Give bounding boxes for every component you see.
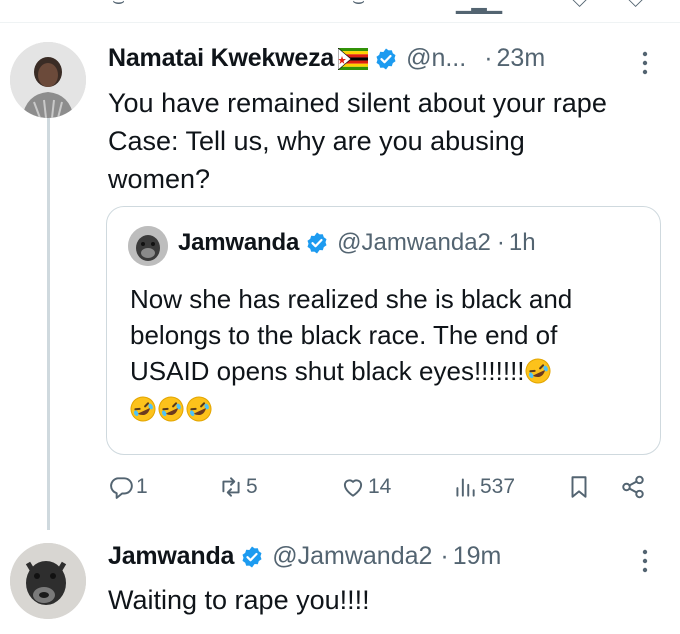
previous-bookmark-icon: ⌵ — [572, 0, 588, 12]
avatar[interactable] — [10, 42, 86, 118]
tweet-action-bar: 1 5 14 537 — [0, 474, 680, 508]
handle[interactable]: @n... — [406, 44, 466, 73]
views-button[interactable]: 537 — [452, 474, 515, 500]
quoted-tweet-text: Now she has realized she is black and be… — [130, 281, 650, 427]
rofl-emoji — [525, 358, 551, 384]
reply-button[interactable]: 1 — [108, 474, 148, 500]
thread-connector-line — [47, 118, 50, 530]
avatar-photo-namatai — [10, 42, 86, 118]
avatar-photo-jamwanda — [128, 226, 168, 266]
share-button[interactable] — [620, 474, 648, 500]
repost-icon — [222, 477, 240, 497]
bookmark-button[interactable] — [566, 474, 594, 500]
display-name[interactable]: Namatai Kwekweza — [108, 44, 334, 73]
tweet-header: Namatai Kwekweza @n... · 23m — [108, 44, 545, 73]
previous-tweet-action-bar: ⌣ ⌣ ▁▂▁ ⌵ ⌵ — [0, 0, 680, 20]
timestamp[interactable]: 23m — [497, 44, 546, 73]
quoted-timestamp[interactable]: 1h — [509, 229, 536, 257]
previous-like-icon: ⌣ — [352, 0, 366, 12]
rofl-emoji — [186, 396, 212, 422]
display-name[interactable]: Jamwanda — [108, 542, 234, 571]
bookmark-icon — [571, 476, 587, 498]
quoted-avatar[interactable] — [128, 226, 168, 266]
timestamp[interactable]: 19m — [453, 542, 502, 571]
more-icon[interactable] — [641, 50, 649, 76]
quoted-handle[interactable]: @Jamwanda2 — [337, 229, 491, 257]
previous-share-icon: ⌵ — [628, 0, 644, 12]
separator-dot: · — [440, 542, 449, 570]
repost-count: 5 — [246, 475, 258, 498]
tweet-text-line: Case: Tell us, why are you abusing — [108, 126, 525, 156]
reply-count: 1 — [136, 475, 148, 498]
verified-icon — [242, 546, 262, 567]
tweet-text-line: You have remained silent about your rape — [108, 88, 607, 118]
share-icon — [622, 475, 644, 499]
tweet-header: Jamwanda @Jamwanda2 · 19m — [108, 542, 501, 571]
like-icon — [343, 479, 363, 497]
tweet-text: Waiting to rape you!!!! — [108, 585, 370, 615]
repost-button[interactable]: 5 — [218, 474, 258, 500]
tweet-text: You have remained silent about your rape… — [108, 84, 607, 198]
rofl-emoji — [130, 396, 156, 422]
verified-icon — [307, 232, 327, 254]
avatar[interactable] — [10, 543, 86, 619]
quoted-text-line: belongs to the black race. The end of — [130, 320, 558, 350]
like-count: 14 — [368, 475, 392, 498]
tweet-text-line: women? — [108, 164, 211, 194]
views-icon — [456, 478, 475, 497]
quoted-tweet-header: Jamwanda @Jamwanda2 · 1h — [178, 229, 536, 257]
verified-icon — [376, 48, 396, 69]
handle[interactable]: @Jamwanda2 — [272, 542, 432, 571]
more-icon[interactable] — [641, 548, 649, 574]
divider — [0, 22, 680, 23]
like-button[interactable]: 14 — [340, 474, 391, 500]
zimbabwe-flag-icon — [338, 47, 369, 70]
quoted-text-line: USAID opens shut black eyes!!!!!!! — [130, 356, 525, 386]
previous-reply-icon: ⌣ — [112, 0, 126, 12]
rofl-emoji — [158, 396, 184, 422]
quoted-text-line: Now she has realized she is black and — [130, 284, 573, 314]
quoted-display-name[interactable]: Jamwanda — [178, 229, 299, 257]
avatar-photo-jamwanda — [10, 543, 86, 619]
reply-icon — [110, 477, 133, 499]
views-count: 537 — [480, 475, 516, 498]
separator-dot: · — [496, 229, 505, 256]
previous-views-icon: ▁▂▁ — [456, 0, 503, 14]
separator-dot: · — [484, 44, 493, 72]
